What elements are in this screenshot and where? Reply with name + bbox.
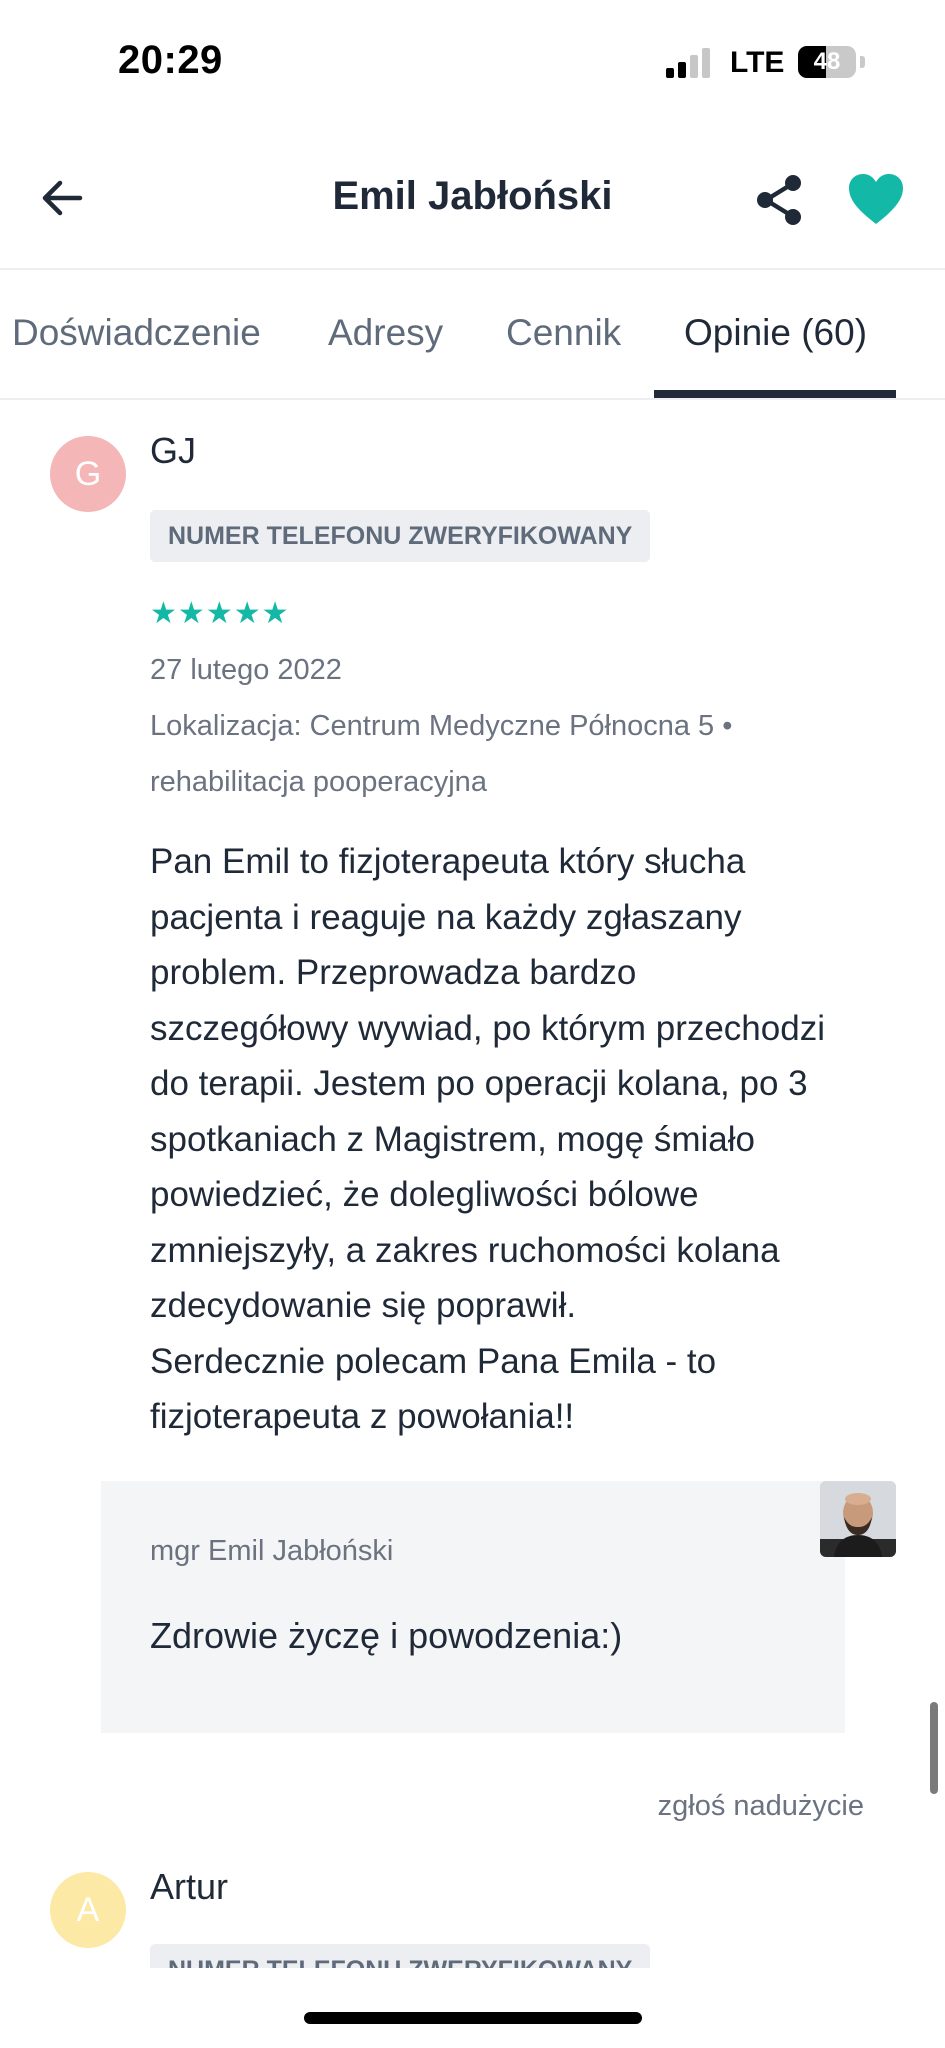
review-text-line: problem. Przeprowadza bardzo <box>150 953 637 992</box>
app-header: Emil Jabłoński <box>0 120 945 270</box>
signal-strength-icon <box>666 48 714 78</box>
share-icon <box>757 175 801 225</box>
star-icon: ★ <box>261 597 289 630</box>
review-date: 27 lutego 2022 <box>150 654 342 686</box>
reviewer-name: Artur <box>150 1866 229 1907</box>
share-button[interactable] <box>752 172 808 228</box>
review-location: Lokalizacja: Centrum Medyczne Północna 5… <box>150 710 733 742</box>
review-text-line: Pan Emil to fizjoterapeuta który słucha <box>150 842 746 881</box>
tab-adresy[interactable]: Adresy <box>328 312 443 354</box>
doctor-reply: mgr Emil Jabłoński Zdrowie życzę i powod… <box>101 1481 845 1733</box>
review-text-line: zmniejszyły, a zakres ruchomości kolana <box>150 1230 780 1270</box>
doctor-photo <box>820 1481 896 1557</box>
review-text-line: pacjenta i reaguje na każdy zgłaszany <box>150 897 742 937</box>
review-text-line: Serdecznie polecam Pana Emila - to <box>150 1341 717 1381</box>
avatar-letter: G <box>74 454 102 493</box>
tab-doswiadczenie[interactable]: Doświadczenie <box>12 312 261 354</box>
battery-tip <box>860 56 865 68</box>
battery-level: 48 <box>813 48 841 75</box>
star-icon: ★ <box>233 597 261 630</box>
battery-icon: 48 <box>798 46 856 78</box>
reviewer-avatar: A <box>50 1872 126 1948</box>
review-text-line: do terapii. Jestem po operacji kolana, p… <box>150 1064 808 1103</box>
review-text-line: szczegółowy wywiad, po którym przechodzi <box>150 1008 825 1048</box>
scrollbar[interactable] <box>930 1702 938 1794</box>
favorite-button[interactable] <box>846 172 906 228</box>
reviewer-avatar: G <box>50 436 126 512</box>
verified-badge: NUMER TELEFONU ZWERYFIKOWANY <box>150 510 651 562</box>
tab-cennik[interactable]: Cennik <box>506 312 621 354</box>
review-text-line: fizjoterapeuta z powołania!! <box>150 1397 575 1436</box>
review-text-line: zdecydowanie się poprawił. <box>150 1286 577 1325</box>
network-type: LTE <box>730 46 785 79</box>
review-text-line: powiedzieć, że dolegliwości bólowe <box>150 1175 699 1214</box>
profile-tabs: Doświadczenie Adresy Cennik Opinie (60) <box>0 272 945 400</box>
report-abuse-link[interactable]: zgłoś nadużycie <box>0 1790 864 1823</box>
verified-badge: NUMER TELEFONU ZWERYFIKOWANY <box>150 1944 722 1968</box>
reply-author: mgr Emil Jabłoński <box>150 1535 394 1567</box>
home-indicator[interactable] <box>304 2012 642 2024</box>
status-time: 20:29 <box>118 38 223 82</box>
review-text-line: spotkaniach z Magistrem, mogę śmiało <box>150 1119 755 1159</box>
heart-icon <box>849 174 903 224</box>
star-icon: ★ <box>150 597 177 630</box>
verified-badge-label: NUMER TELEFONU ZWERYFIKOWANY <box>150 1944 651 1968</box>
reply-text: Zdrowie życzę i powodzenia:) <box>150 1615 623 1656</box>
star-icon: ★ <box>177 597 205 630</box>
star-icon: ★ <box>205 597 233 630</box>
active-tab-indicator <box>654 390 896 398</box>
review-service: rehabilitacja pooperacyjna <box>150 766 487 798</box>
reviewer-name: GJ <box>150 430 197 471</box>
avatar-letter: A <box>76 1890 100 1929</box>
status-bar: 20:29 LTE 48 <box>0 0 945 120</box>
review-text: Pan Emil to fizjoterapeuta który słucha … <box>150 834 910 1445</box>
tab-opinie[interactable]: Opinie (60) <box>684 312 867 354</box>
rating-stars: ★ ★ ★ ★ ★ <box>150 598 289 630</box>
